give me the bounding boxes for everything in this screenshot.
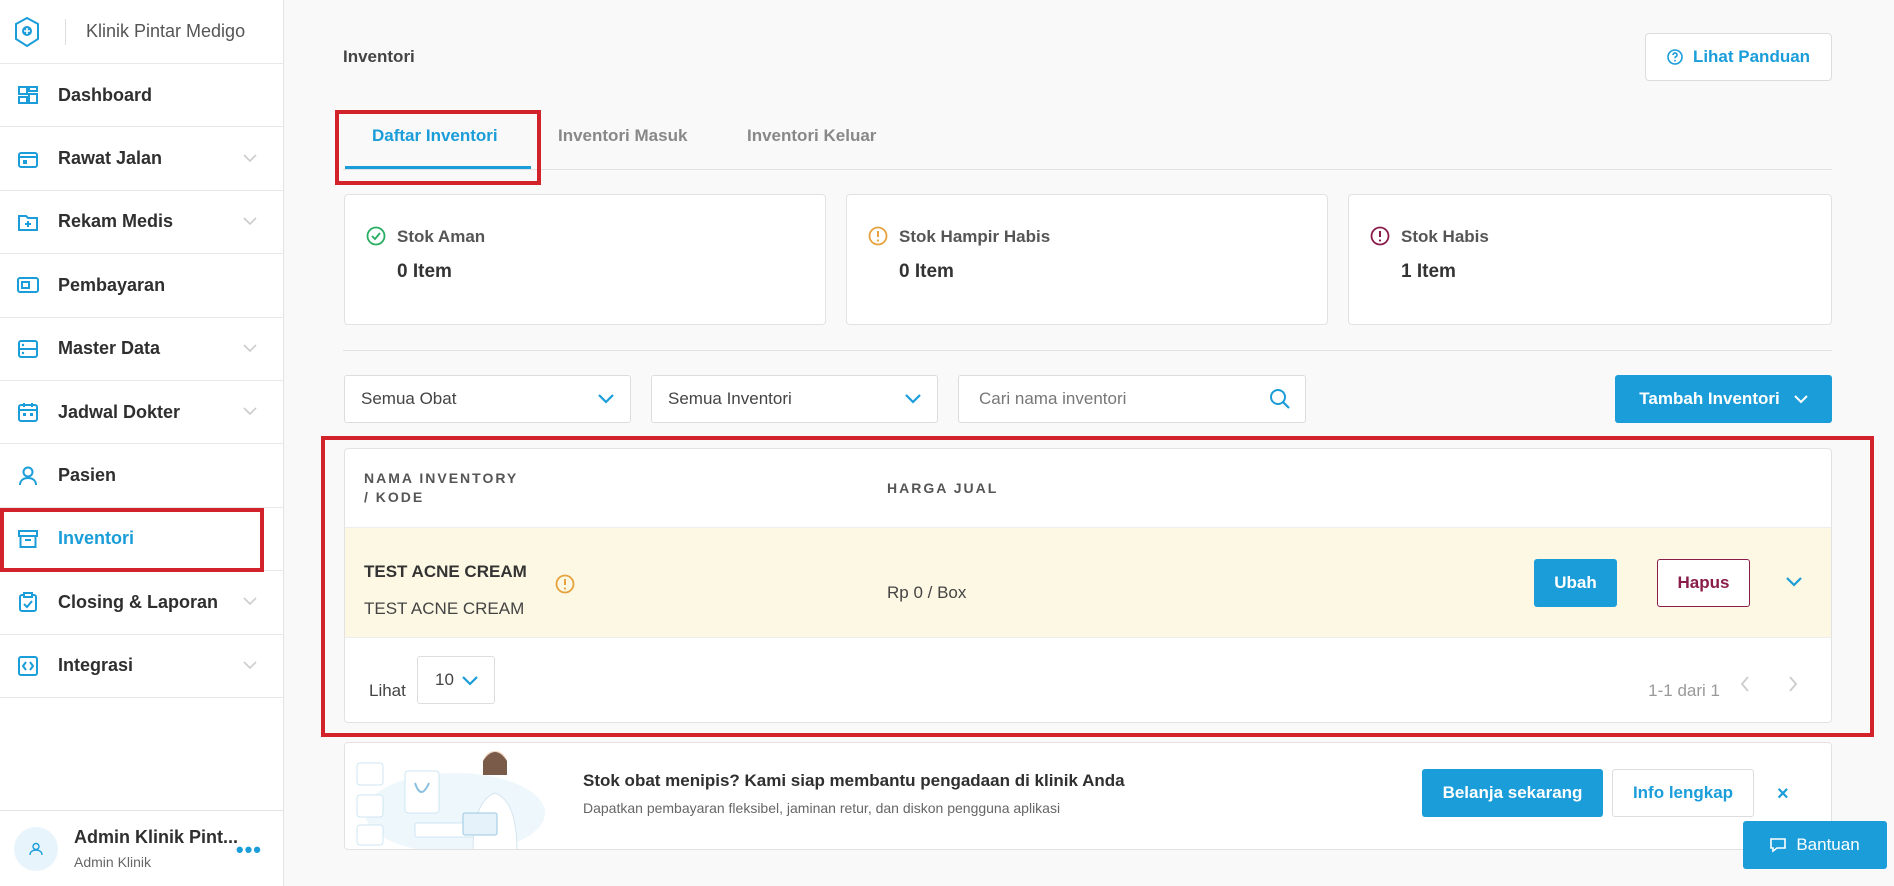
banner-title: Stok obat menipis? Kami siap membantu pe…	[583, 771, 1125, 790]
sidebar-item-master-data[interactable]: Master Data	[0, 318, 283, 381]
stat-title: Stok Hampir Habis	[899, 227, 1051, 246]
sidebar-item-label: Rekam Medis	[58, 211, 174, 232]
user-profile[interactable]: Admin Klinik Pint... Admin Klinik •••	[0, 810, 284, 886]
check-circle-icon	[366, 226, 386, 246]
sidebar-item-label: Jadwal Dokter	[58, 401, 181, 422]
warning-circle-icon	[868, 226, 888, 246]
calendar-icon	[16, 400, 40, 424]
report-icon	[16, 590, 40, 614]
banner-subtitle: Dapatkan pembayaran fleksibel, jaminan r…	[583, 800, 1061, 816]
sidebar-item-rekam-medis[interactable]: Rekam Medis	[0, 191, 283, 255]
sidebar: Klinik Pintar Medigo Dashboard Rawat Jal…	[0, 0, 284, 886]
avatar	[14, 826, 58, 871]
stat-card-safe: Stok Aman 0 Item	[344, 194, 826, 325]
stat-value: 1 Item	[1401, 261, 1456, 282]
chevron-down-icon	[243, 407, 257, 416]
stat-value: 0 Item	[397, 261, 452, 282]
sidebar-item-label: Integrasi	[58, 655, 134, 676]
integration-icon	[16, 654, 40, 678]
search-box	[958, 375, 1306, 423]
filter-obat-value: Semua Obat	[361, 389, 457, 408]
stat-card-empty: Stok Habis 1 Item	[1348, 194, 1832, 325]
master-data-icon	[16, 337, 40, 361]
tab-inventori-keluar[interactable]: Inventori Keluar	[747, 126, 876, 146]
add-inventory-button[interactable]: Tambah Inventori	[1615, 375, 1832, 423]
user-role: Admin Klinik	[74, 854, 152, 870]
help-button[interactable]: Bantuan	[1743, 821, 1887, 869]
medical-record-icon	[16, 210, 40, 234]
promo-banner: Stok obat menipis? Kami siap membantu pe…	[344, 742, 1832, 850]
outpatient-icon	[16, 147, 40, 171]
clinic-name: Klinik Pintar Medigo	[86, 21, 246, 41]
shop-now-button[interactable]: Belanja sekarang	[1422, 769, 1603, 817]
highlight-box-tab	[335, 110, 541, 185]
promo-illustration	[356, 751, 545, 849]
highlight-box-table	[321, 436, 1874, 737]
sidebar-item-label: Dashboard	[58, 84, 153, 105]
sidebar-item-jadwal-dokter[interactable]: Jadwal Dokter	[0, 381, 283, 445]
more-info-button[interactable]: Info lengkap	[1612, 769, 1754, 817]
sidebar-item-integrasi[interactable]: Integrasi	[0, 635, 283, 698]
chevron-down-icon	[243, 217, 257, 226]
sidebar-item-rawat-jalan[interactable]: Rawat Jalan	[0, 127, 283, 191]
sidebar-item-label: Rawat Jalan	[58, 148, 163, 169]
sidebar-item-pasien[interactable]: Pasien	[0, 444, 283, 508]
sidebar-item-label: Pasien	[58, 465, 117, 486]
guide-button[interactable]: Lihat Panduan	[1645, 33, 1832, 81]
stat-title: Stok Habis	[1401, 227, 1489, 246]
chevron-down-icon	[905, 394, 921, 404]
alert-circle-icon	[1370, 226, 1390, 246]
divider	[343, 350, 1832, 351]
page-title: Inventori	[343, 47, 415, 66]
sidebar-item-pembayaran[interactable]: Pembayaran	[0, 254, 283, 318]
stat-value: 0 Item	[899, 261, 954, 282]
sidebar-item-dashboard[interactable]: Dashboard	[0, 64, 283, 128]
chevron-down-icon	[243, 661, 257, 669]
payment-icon	[16, 273, 40, 297]
sidebar-item-label: Pembayaran	[58, 274, 166, 295]
user-icon	[29, 842, 43, 855]
tab-bar: Daftar Inventori Inventori Masuk Invento…	[343, 104, 1832, 170]
user-name: Admin Klinik Pint...	[74, 827, 239, 847]
filter-inventori-value: Semua Inventori	[668, 389, 792, 408]
filter-obat-select[interactable]: Semua Obat	[344, 375, 631, 423]
stat-title: Stok Aman	[397, 227, 486, 246]
sidebar-item-label: Closing & Laporan	[58, 591, 219, 612]
filter-inventori-select[interactable]: Semua Inventori	[651, 375, 938, 423]
sidebar-item-closing-laporan[interactable]: Closing & Laporan	[0, 571, 283, 635]
add-inventory-label: Tambah Inventori	[1639, 389, 1780, 408]
patient-icon	[16, 464, 40, 488]
chevron-down-icon	[1794, 395, 1808, 404]
tab-inventori-masuk[interactable]: Inventori Masuk	[558, 126, 687, 146]
stat-card-low: Stok Hampir Habis 0 Item	[846, 194, 1328, 325]
clinic-logo-icon	[15, 16, 39, 47]
search-icon[interactable]	[1269, 388, 1291, 410]
chevron-down-icon	[243, 154, 257, 162]
chevron-down-icon	[598, 394, 614, 404]
question-circle-icon	[1667, 49, 1683, 65]
chat-icon	[1770, 838, 1787, 853]
chevron-down-icon	[243, 344, 257, 352]
chevron-down-icon	[243, 597, 257, 606]
sidebar-item-label: Master Data	[58, 338, 161, 359]
guide-button-label: Lihat Panduan	[1692, 47, 1811, 66]
sidebar-header: Klinik Pintar Medigo	[0, 0, 283, 64]
help-label: Bantuan	[1796, 835, 1860, 854]
close-icon[interactable]: ×	[1777, 783, 1789, 806]
dashboard-icon	[16, 83, 40, 107]
search-input[interactable]	[959, 376, 1239, 422]
highlight-box-sidebar	[0, 508, 264, 572]
more-options-icon[interactable]: •••	[236, 837, 262, 863]
